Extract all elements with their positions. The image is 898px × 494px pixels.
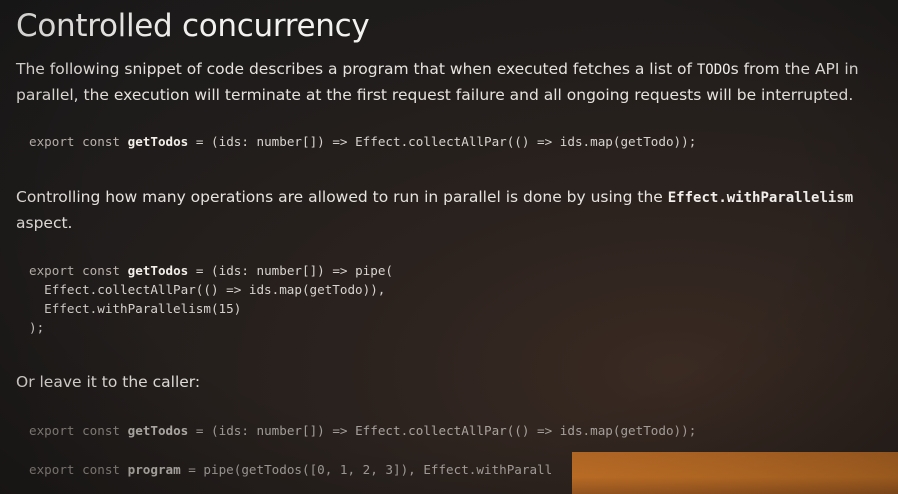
para2-inline-code: Effect.withParallelism	[667, 190, 854, 206]
code1-rest: = (ids: number[]) => Effect.collectAllPa…	[188, 134, 697, 149]
code3-name: getTodos	[127, 423, 189, 438]
slide-title: Controlled concurrency	[16, 8, 370, 44]
code1-name: getTodos	[127, 134, 189, 149]
intro-paragraph-line2: parallel, the execution will terminate a…	[16, 86, 854, 104]
intro-inline-code: TODO	[696, 62, 731, 78]
code-block-3: export const getTodos = (ids: number[]) …	[29, 421, 696, 440]
code3-rest: = (ids: number[]) => Effect.collectAllPa…	[188, 423, 697, 438]
code1-const: const	[82, 134, 121, 149]
para3: Or leave it to the caller:	[16, 373, 201, 391]
code2-export: export	[29, 263, 75, 278]
code2-line1-rest: = (ids: number[]) => pipe(	[188, 263, 393, 278]
code4-export: export	[29, 462, 75, 477]
code2-line2: Effect.collectAllPar(() => ids.map(getTo…	[29, 282, 386, 297]
presentation-slide: Controlled concurrency The following sni…	[0, 0, 898, 494]
code4-const: const	[82, 462, 121, 477]
code2-const: const	[82, 263, 121, 278]
code-block-2: export const getTodos = (ids: number[]) …	[29, 261, 393, 337]
code1-export: export	[29, 134, 75, 149]
code4-name: program	[127, 462, 181, 477]
code-block-1: export const getTodos = (ids: number[]) …	[29, 132, 696, 151]
intro-text-prefix: The following snippet of code describes …	[16, 60, 697, 78]
para2-line1: Controlling how many operations are allo…	[16, 184, 853, 211]
code2-name: getTodos	[127, 263, 189, 278]
code2-line4: );	[29, 320, 45, 335]
code3-export: export	[29, 423, 75, 438]
code3-const: const	[82, 423, 121, 438]
para2-line2: aspect.	[16, 214, 73, 232]
intro-text-suffix: s from the API in	[730, 60, 859, 78]
para2-text: Controlling how many operations are allo…	[16, 188, 668, 206]
code4-rest: = pipe(getTodos([0, 1, 2, 3]), Effect.wi…	[180, 462, 553, 477]
intro-paragraph-line1: The following snippet of code describes …	[16, 56, 859, 83]
code-block-4: export const program = pipe(getTodos([0,…	[29, 460, 552, 479]
code2-line3: Effect.withParallelism(15)	[29, 301, 242, 316]
orange-overlay-block	[572, 452, 898, 494]
